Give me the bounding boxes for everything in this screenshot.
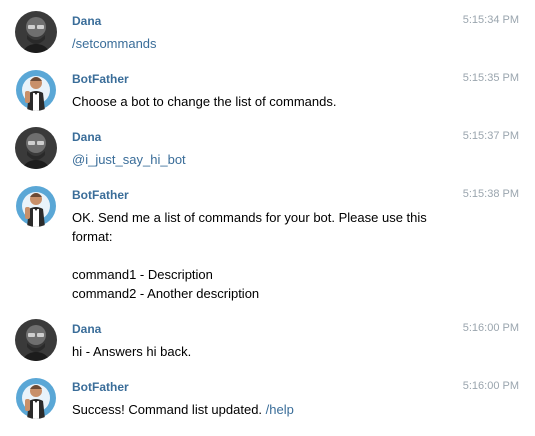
message-text: /setcommands	[72, 34, 432, 53]
message: BotFather 5:15:38 PM OK. Send me a list …	[0, 185, 535, 311]
text-line: hi - Answers hi back.	[72, 344, 192, 359]
dana-avatar-icon[interactable]	[15, 319, 57, 361]
text-line: Choose a bot to change the list of comma…	[72, 94, 337, 109]
dana-avatar-icon[interactable]	[15, 127, 57, 169]
message-time: 5:15:38 PM	[462, 188, 519, 200]
sender-name[interactable]: Dana	[72, 14, 101, 28]
message-time: 5:15:37 PM	[462, 130, 519, 142]
botfather-avatar-icon[interactable]	[15, 377, 57, 419]
message: Dana 5:15:37 PM @i_just_say_hi_bot	[0, 127, 535, 177]
message-text: hi - Answers hi back.	[72, 342, 432, 361]
text-line: command1 - Description	[72, 267, 213, 282]
message-text: Success! Command list updated. /help	[72, 400, 432, 419]
sender-name[interactable]: BotFather	[72, 72, 129, 86]
sender-name[interactable]: BotFather	[72, 188, 129, 202]
help-command-link[interactable]: /help	[266, 402, 294, 417]
text-line: format:	[72, 229, 113, 244]
command-link[interactable]: /setcommands	[72, 36, 157, 51]
message-time: 5:16:00 PM	[462, 380, 519, 392]
sender-name[interactable]: BotFather	[72, 380, 129, 394]
message: BotFather 5:16:00 PM Success! Command li…	[0, 377, 535, 427]
message: Dana 5:15:34 PM /setcommands	[0, 11, 535, 61]
message-time: 5:15:34 PM	[462, 14, 519, 26]
text-line: command2 - Another description	[72, 286, 260, 301]
message-time: 5:15:35 PM	[462, 72, 519, 84]
sender-name[interactable]: Dana	[72, 130, 101, 144]
text-line	[72, 246, 432, 265]
chat-history: Dana 5:15:34 PM /setcommands BotFather 5…	[0, 0, 535, 436]
text-line: OK. Send me a list of commands for your …	[72, 210, 427, 225]
botfather-avatar-icon[interactable]	[15, 69, 57, 111]
botfather-avatar-icon[interactable]	[15, 185, 57, 227]
text-line: Success! Command list updated.	[72, 402, 266, 417]
message-text: Choose a bot to change the list of comma…	[72, 92, 432, 111]
mention-link[interactable]: @i_just_say_hi_bot	[72, 152, 186, 167]
message: BotFather 5:15:35 PM Choose a bot to cha…	[0, 69, 535, 119]
message-text: @i_just_say_hi_bot	[72, 150, 432, 169]
message-text: OK. Send me a list of commands for your …	[72, 208, 432, 303]
message-time: 5:16:00 PM	[462, 322, 519, 334]
dana-avatar-icon[interactable]	[15, 11, 57, 53]
message: Dana 5:16:00 PM hi - Answers hi back.	[0, 319, 535, 369]
sender-name[interactable]: Dana	[72, 322, 101, 336]
